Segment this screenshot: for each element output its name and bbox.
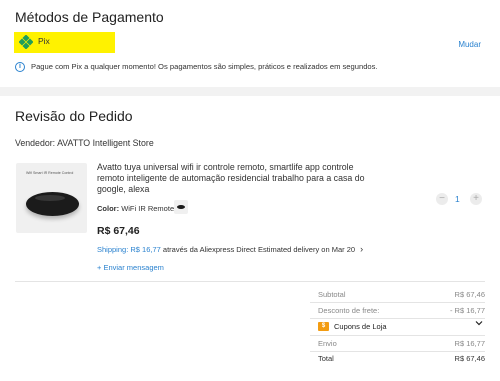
send-message-link[interactable]: + Enviar mensagem xyxy=(97,263,164,272)
shipping-info[interactable]: Shipping: R$ 16,77 através da Aliexpress… xyxy=(97,244,363,254)
pix-info-text: Pague com Pix a qualquer momento! Os pag… xyxy=(31,62,378,71)
product-price: R$ 67,46 xyxy=(97,225,140,237)
product-image[interactable]: Wifi Smart IR Remote Control xyxy=(16,163,87,233)
seller-name[interactable]: Vendedor: AVATTO Intelligent Store xyxy=(15,138,154,148)
ir-remote-device-graphic xyxy=(26,192,79,216)
product-image-caption: Wifi Smart IR Remote Control xyxy=(26,171,74,175)
shipping-value: R$ 16,77 xyxy=(454,339,485,348)
coupon-icon: $ xyxy=(318,322,329,331)
order-review-title: Revisão do Pedido xyxy=(15,108,133,124)
color-label: Color: xyxy=(97,204,120,213)
divider xyxy=(15,281,485,282)
payment-methods-section: Métodos de Pagamento Pix Mudar i Pague c… xyxy=(0,0,500,87)
subtotal-value: R$ 67,46 xyxy=(454,290,485,299)
change-payment-link[interactable]: Mudar xyxy=(458,40,481,49)
shipping-discount-value: - R$ 16,77 xyxy=(449,306,485,315)
subtotal-label: Subtotal xyxy=(318,290,346,299)
store-coupons-label: Cupons de Loja xyxy=(334,322,387,331)
color-value: WiFi IR Remote xyxy=(121,204,175,213)
order-review-section: Revisão do Pedido Vendedor: AVATTO Intel… xyxy=(0,96,500,381)
pix-payment-option[interactable]: Pix xyxy=(14,32,115,53)
summary-divider xyxy=(310,335,485,336)
summary-divider xyxy=(310,351,485,352)
summary-divider xyxy=(310,302,485,303)
chevron-down-icon[interactable] xyxy=(475,319,483,327)
total-value: R$ 67,46 xyxy=(454,354,485,363)
quantity-value[interactable]: 1 xyxy=(455,194,460,204)
quantity-increase-button[interactable]: + xyxy=(470,193,482,205)
product-color: Color: WiFi IR Remote xyxy=(97,204,174,213)
info-icon: i xyxy=(15,62,25,72)
color-thumbnail xyxy=(174,200,188,214)
payment-methods-title: Métodos de Pagamento xyxy=(15,9,164,25)
shipping-cost: Shipping: R$ 16,77 xyxy=(97,245,161,254)
shipping-detail: através da Aliexpress Direct Estimated d… xyxy=(162,245,356,254)
shipping-label: Envio xyxy=(318,339,337,348)
pix-label: Pix xyxy=(38,36,50,46)
product-title[interactable]: Avatto tuya universal wifi ir controle r… xyxy=(97,162,382,195)
summary-divider xyxy=(310,318,485,319)
pix-icon xyxy=(19,35,33,49)
shipping-discount-label: Desconto de frete: xyxy=(318,306,380,315)
chevron-right-icon: › xyxy=(360,244,364,254)
store-coupons-row[interactable]: $ Cupons de Loja xyxy=(310,319,485,332)
quantity-decrease-button[interactable]: − xyxy=(436,193,448,205)
total-label: Total xyxy=(318,354,334,363)
